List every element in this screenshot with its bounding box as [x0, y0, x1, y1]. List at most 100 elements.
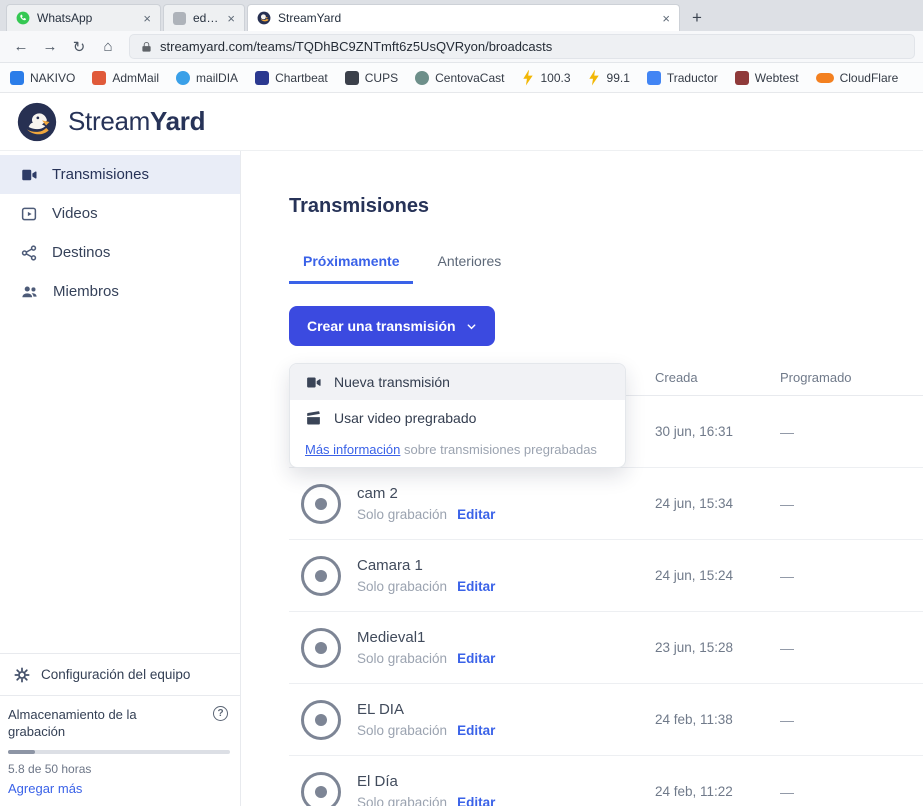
bookmark-cups[interactable]: CUPS	[345, 71, 398, 85]
video-camera-icon	[20, 166, 38, 184]
whatsapp-icon	[16, 11, 30, 25]
sidebar-item-miembros[interactable]: Miembros	[0, 272, 240, 311]
bookmark-label: 100.3	[540, 71, 570, 85]
bookmark-centovacast[interactable]: CentovaCast	[415, 71, 504, 85]
bookmark-traductor[interactable]: Traductor	[647, 71, 718, 85]
menu-item-label: Usar video pregrabado	[334, 410, 476, 426]
tab-proximamente[interactable]: Próximamente	[289, 253, 413, 284]
tab-title: StreamYard	[278, 11, 655, 25]
more-info-link[interactable]: Más información	[305, 442, 400, 457]
created-cell: 30 jun, 16:31	[655, 424, 780, 439]
bookmark-webtest[interactable]: Webtest	[735, 71, 799, 85]
clapperboard-icon	[305, 410, 322, 427]
lock-icon	[141, 41, 152, 53]
created-cell: 24 feb, 11:38	[655, 712, 780, 727]
bookmark-label: CentovaCast	[435, 71, 504, 85]
printer-icon	[345, 71, 359, 85]
broadcast-title: Medieval1	[357, 629, 495, 646]
edit-link[interactable]: Editar	[457, 723, 495, 738]
sidebar-item-label: Transmisiones	[52, 166, 149, 183]
share-icon	[20, 244, 38, 262]
members-icon	[20, 283, 39, 301]
edit-link[interactable]: Editar	[457, 651, 495, 666]
storage-usage: 5.8 de 50 horas	[8, 762, 228, 776]
nakivo-icon	[10, 71, 24, 85]
create-broadcast-label: Crear una transmisión	[307, 318, 456, 334]
bookmark-chartbeat[interactable]: Chartbeat	[255, 71, 328, 85]
new-tab-button[interactable]: +	[682, 4, 712, 31]
sidebar-item-videos[interactable]: Videos	[0, 194, 240, 233]
bookmark-label: Chartbeat	[275, 71, 328, 85]
table-row[interactable]: EL DIA Solo grabaciónEditar 24 feb, 11:3…	[289, 684, 923, 756]
main-content: Transmisiones Próximamente Anteriores Cr…	[241, 151, 923, 806]
edit-link[interactable]: Editar	[457, 507, 495, 522]
scheduled-cell: —	[780, 568, 923, 584]
help-icon[interactable]: ?	[213, 706, 228, 721]
record-icon	[301, 700, 341, 740]
menu-item-nueva-transmision[interactable]: Nueva transmisión	[290, 364, 625, 400]
edit-link[interactable]: Editar	[457, 795, 495, 806]
broadcast-type: Solo grabación	[357, 507, 447, 522]
bookmark-label: AdmMail	[112, 71, 159, 85]
url-bar[interactable]: streamyard.com/teams/TQDhBC9ZNTmft6z5UsQ…	[129, 34, 915, 59]
sidebar-item-label: Videos	[52, 205, 98, 222]
lightning-icon	[588, 70, 601, 86]
gear-icon	[14, 667, 30, 683]
streamyard-wordmark: StreamYard	[68, 106, 205, 137]
prerecorded-info-text: sobre transmisiones pregrabadas	[400, 442, 597, 457]
tab-anteriores[interactable]: Anteriores	[423, 253, 515, 284]
prerecorded-info: Más información sobre transmisiones preg…	[290, 436, 625, 467]
chevron-down-icon	[466, 321, 477, 332]
bookmark-cloudflare[interactable]: CloudFlare	[816, 71, 899, 85]
bookmark-nakivo[interactable]: NAKIVO	[10, 71, 75, 85]
created-cell: 24 jun, 15:24	[655, 568, 780, 583]
table-row[interactable]: El Día Solo grabaciónEditar 24 feb, 11:2…	[289, 756, 923, 806]
storage-label: Almacenamiento de la grabación	[8, 706, 180, 740]
menu-item-label: Nueva transmisión	[334, 374, 450, 390]
chart-icon	[255, 71, 269, 85]
forward-icon[interactable]: →	[37, 34, 63, 60]
scheduled-cell: —	[780, 424, 923, 440]
sidebar-item-transmisiones[interactable]: Transmisiones	[0, 155, 240, 194]
header-created: Creada	[655, 370, 780, 385]
edit-link[interactable]: Editar	[457, 579, 495, 594]
bookmark-label: Webtest	[755, 71, 799, 85]
home-icon[interactable]: ⌂	[95, 34, 121, 60]
bookmark-admmail[interactable]: AdmMail	[92, 71, 159, 85]
table-row[interactable]: Medieval1 Solo grabaciónEditar 23 jun, 1…	[289, 612, 923, 684]
bookmark-radio-99-1[interactable]: 99.1	[588, 70, 630, 86]
close-icon[interactable]: ×	[662, 12, 670, 25]
back-icon[interactable]: ←	[8, 34, 34, 60]
add-more-link[interactable]: Agregar más	[8, 781, 82, 796]
broadcast-title: El Día	[357, 773, 495, 790]
browser-tab-editoresweb[interactable]: editoresweb:sitioweb:eldia.co ×	[163, 4, 245, 31]
record-icon	[301, 628, 341, 668]
bookmark-label: Traductor	[667, 71, 718, 85]
broadcast-tabs: Próximamente Anteriores	[289, 253, 923, 284]
close-icon[interactable]: ×	[227, 12, 235, 25]
storage-panel: Almacenamiento de la grabación ? 5.8 de …	[0, 695, 240, 806]
browser-tab-whatsapp[interactable]: WhatsApp ×	[6, 4, 161, 31]
close-icon[interactable]: ×	[143, 12, 151, 25]
cloud-icon	[816, 73, 834, 83]
tab-title: editoresweb:sitioweb:eldia.co	[193, 11, 220, 25]
bookmark-label: CUPS	[365, 71, 398, 85]
header-scheduled: Programado	[780, 370, 923, 385]
created-cell: 23 jun, 15:28	[655, 640, 780, 655]
browser-tab-streamyard[interactable]: StreamYard ×	[247, 4, 680, 31]
broadcast-title: cam 2	[357, 485, 495, 502]
mail-icon	[176, 71, 190, 85]
app-header: StreamYard	[0, 93, 923, 151]
bookmark-maildia[interactable]: mailDIA	[176, 71, 238, 85]
bookmark-radio-100-3[interactable]: 100.3	[521, 70, 570, 86]
team-settings-button[interactable]: Configuración del equipo	[0, 653, 240, 695]
sidebar-item-destinos[interactable]: Destinos	[0, 233, 240, 272]
table-row[interactable]: Camara 1 Solo grabaciónEditar 24 jun, 15…	[289, 540, 923, 612]
broadcast-type: Solo grabación	[357, 579, 447, 594]
site-icon	[173, 12, 186, 25]
menu-item-video-pregrabado[interactable]: Usar video pregrabado	[290, 400, 625, 436]
sidebar-bottom: Configuración del equipo Almacenamiento …	[0, 653, 240, 806]
reload-icon[interactable]: ↻	[66, 34, 92, 60]
create-broadcast-button[interactable]: Crear una transmisión	[289, 306, 495, 346]
table-row[interactable]: cam 2 Solo grabaciónEditar 24 jun, 15:34…	[289, 468, 923, 540]
